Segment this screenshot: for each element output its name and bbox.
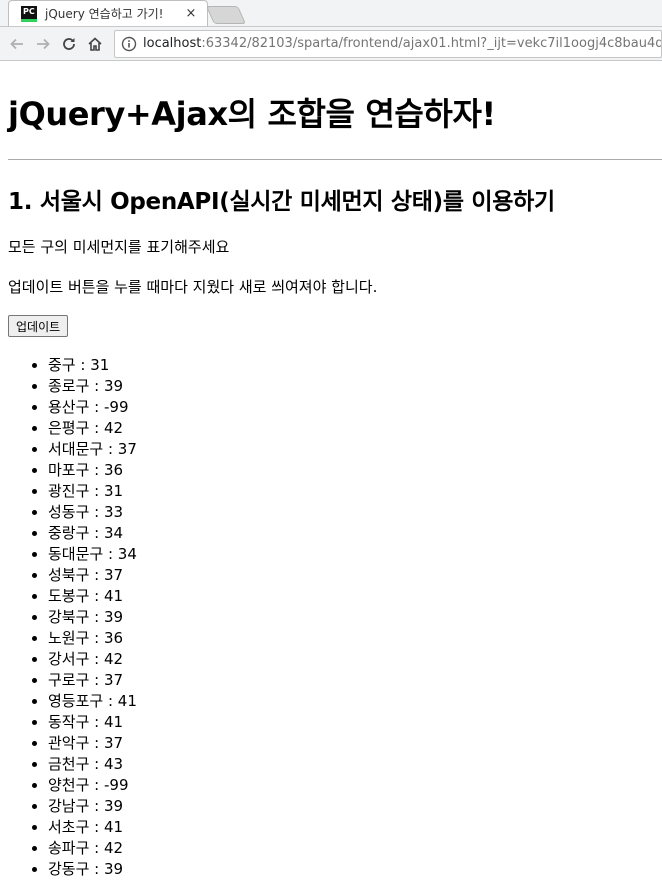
home-icon <box>88 36 102 51</box>
browser-toolbar: localhost:63342/82103/sparta/frontend/aj… <box>0 27 662 61</box>
list-item: 용산구 : -99 <box>48 397 654 418</box>
update-button[interactable]: 업데이트 <box>8 315 69 337</box>
list-item: 서초구 : 41 <box>48 817 654 838</box>
list-item: 서대문구 : 37 <box>48 439 654 460</box>
list-item: 금천구 : 43 <box>48 754 654 775</box>
list-item: 구로구 : 37 <box>48 670 654 691</box>
arrow-right-icon <box>37 38 50 49</box>
reload-icon <box>63 37 75 50</box>
tab-close-icon[interactable]: × <box>183 6 199 21</box>
tab-title: jQuery 연습하고 가기! <box>45 7 164 21</box>
list-item: 노원구 : 36 <box>48 628 654 649</box>
url-path: :63342/82103/sparta/frontend/ajax01.html… <box>201 36 662 51</box>
list-item: 강남구 : 39 <box>48 796 654 817</box>
browser-tabstrip: PC jQuery 연습하고 가기! × <box>0 0 662 27</box>
url-host: localhost <box>143 36 202 51</box>
arrow-left-icon <box>10 38 23 49</box>
new-tab-button[interactable] <box>205 6 247 24</box>
list-item: 마포구 : 36 <box>48 460 654 481</box>
list-item: 관악구 : 37 <box>48 733 654 754</box>
list-item: 강서구 : 42 <box>48 649 654 670</box>
list-item: 강북구 : 39 <box>48 607 654 628</box>
pycharm-favicon-icon: PC <box>21 5 37 22</box>
info-icon[interactable] <box>121 36 137 52</box>
reload-button[interactable] <box>56 31 82 57</box>
list-item: 광진구 : 31 <box>48 481 654 502</box>
list-item: 은평구 : 42 <box>48 418 654 439</box>
page-title: jQuery+Ajax의 조합을 연습하자! <box>8 95 496 133</box>
list-item: 강동구 : 39 <box>48 859 654 880</box>
instruction-text-2: 업데이트 버튼을 누를 때마다 지웠다 새로 씌여져야 합니다. <box>8 278 378 296</box>
list-item: 동작구 : 41 <box>48 712 654 733</box>
list-item: 중랑구 : 34 <box>48 523 654 544</box>
forward-button[interactable] <box>30 31 56 57</box>
list-item: 성북구 : 37 <box>48 565 654 586</box>
section-title: 1. 서울시 OpenAPI(실시간 미세먼지 상태)를 이용하기 <box>8 189 555 215</box>
browser-tab[interactable]: PC jQuery 연습하고 가기! × <box>8 0 208 26</box>
district-list: 중구 : 31 종로구 : 39 용산구 : -99 은평구 : 42 서대문구… <box>8 355 654 880</box>
list-item: 중구 : 31 <box>48 355 654 376</box>
list-item: 송파구 : 42 <box>48 838 654 859</box>
list-item: 양천구 : -99 <box>48 775 654 796</box>
list-item: 성동구 : 33 <box>48 502 654 523</box>
page-content: jQuery+Ajax의 조합을 연습하자! 1. 서울시 OpenAPI(실시… <box>0 89 662 880</box>
address-bar[interactable]: localhost:63342/82103/sparta/frontend/aj… <box>114 29 662 58</box>
divider <box>8 159 662 160</box>
home-button[interactable] <box>82 31 108 57</box>
list-item: 종로구 : 39 <box>48 376 654 397</box>
url-text: localhost:63342/82103/sparta/frontend/aj… <box>143 36 662 51</box>
list-item: 도봉구 : 41 <box>48 586 654 607</box>
list-item: 동대문구 : 34 <box>48 544 654 565</box>
list-item: 영등포구 : 41 <box>48 691 654 712</box>
instruction-text-1: 모든 구의 미세먼지를 표기해주세요 <box>8 238 230 256</box>
back-button[interactable] <box>4 31 30 57</box>
